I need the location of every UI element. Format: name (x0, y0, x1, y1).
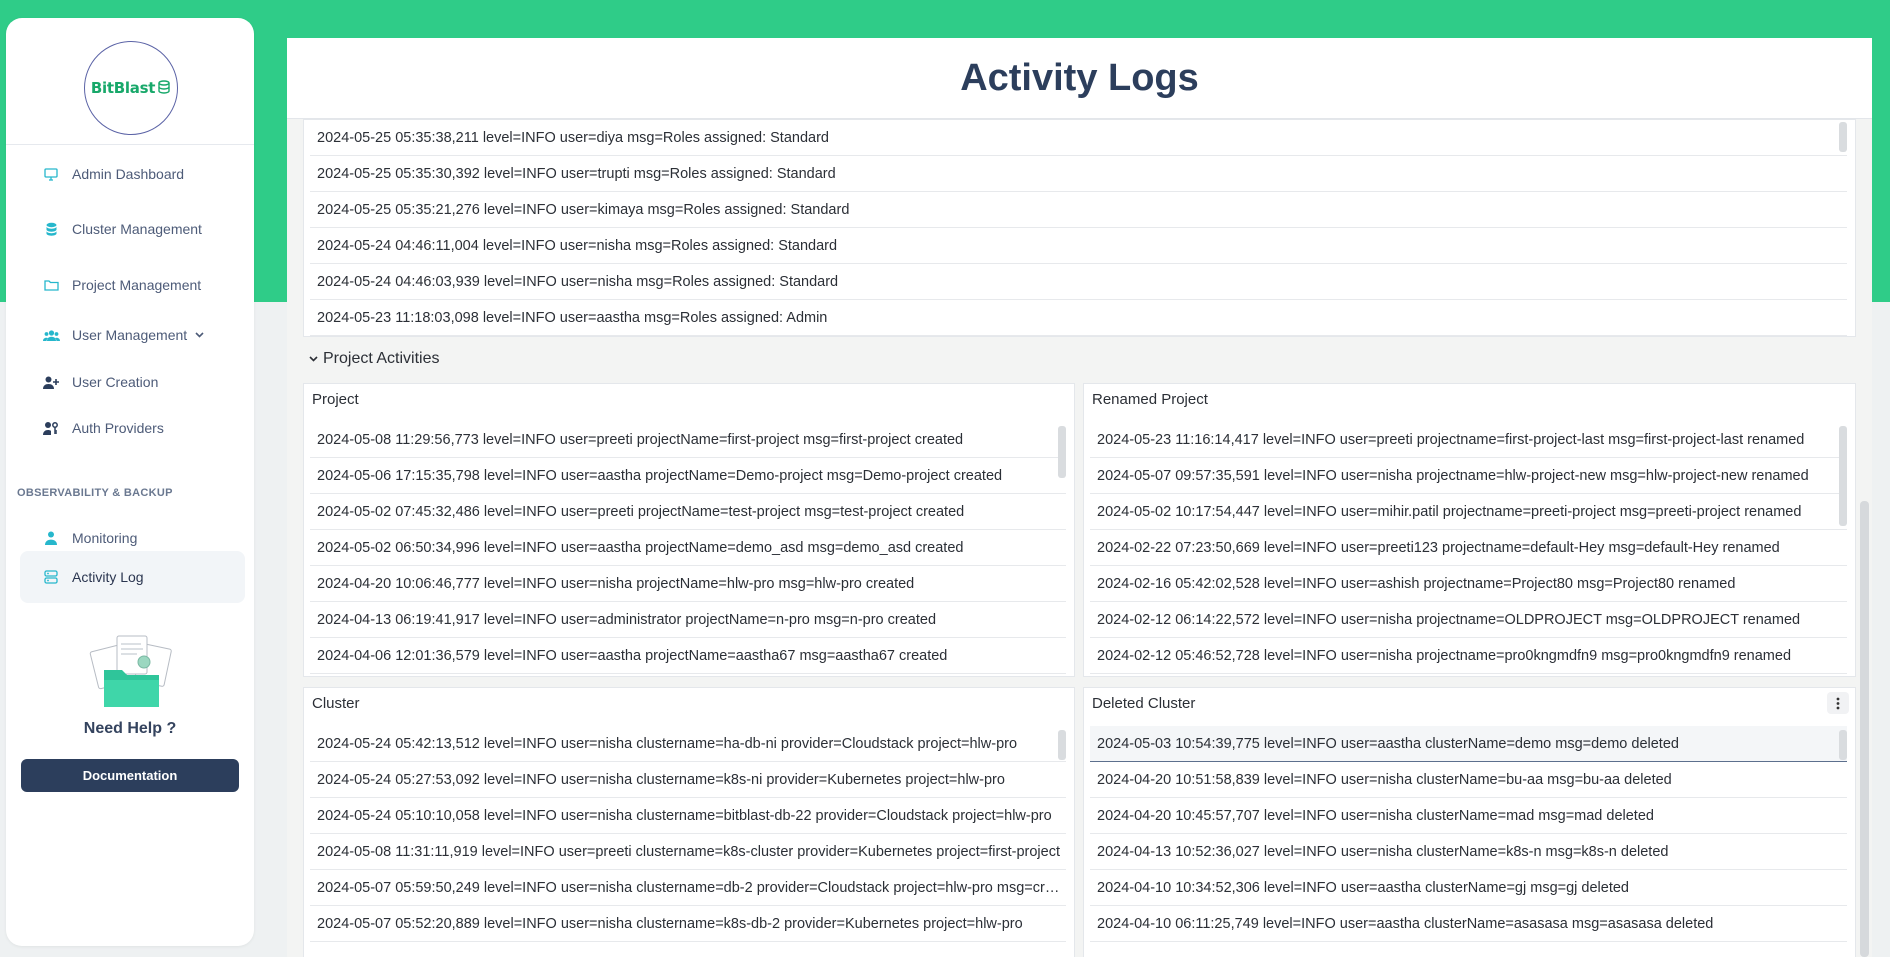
panel-title: Deleted Cluster (1092, 695, 1196, 712)
database-icon (42, 222, 60, 236)
scrollbar[interactable] (1839, 122, 1847, 152)
log-row: 2024-04-20 10:06:46,777 level=INFO user=… (310, 566, 1066, 602)
panel-title: Project (312, 391, 359, 408)
brand-logo[interactable]: BitBlast (84, 41, 178, 135)
cluster-logs-list[interactable]: 2024-05-24 05:42:13,512 level=INFO user=… (310, 726, 1066, 942)
log-row: 2024-05-25 05:35:21,276 level=INFO user=… (310, 192, 1847, 228)
sidebar-item-label: User Creation (72, 374, 159, 390)
page-title: Activity Logs (960, 56, 1199, 99)
sidebar-item-admin-dashboard[interactable]: Admin Dashboard (20, 154, 245, 194)
help-illustration (86, 632, 178, 716)
log-row: 2024-05-07 05:52:20,889 level=INFO user=… (310, 906, 1066, 942)
help-title: Need Help ? (83, 720, 177, 737)
log-row: 2024-02-12 05:46:52,728 level=INFO user=… (1090, 638, 1847, 674)
log-row: 2024-05-23 11:16:14,417 level=INFO user=… (1090, 422, 1847, 458)
section-title: Project Activities (323, 350, 440, 367)
sidebar-item-label: Admin Dashboard (72, 166, 185, 182)
sidebar-item-label: Cluster Management (72, 221, 202, 237)
log-row: 2024-04-10 06:11:25,749 level=INFO user=… (1090, 906, 1847, 942)
sidebar-item-project-management[interactable]: Project Management (20, 265, 245, 305)
log-row: 2024-05-08 11:31:11,919 level=INFO user=… (310, 834, 1066, 870)
chevron-down-icon[interactable] (195, 329, 204, 341)
section-label-observability: OBSERVABILITY & BACKUP (17, 487, 173, 499)
sidebar-item-activity-log[interactable]: Activity Log (20, 551, 245, 603)
log-row: 2024-02-22 07:23:50,669 level=INFO user=… (1090, 530, 1847, 566)
log-row: 2024-05-23 11:18:03,098 level=INFO user=… (310, 300, 1847, 336)
sidebar-item-user-creation[interactable]: User Creation (20, 362, 245, 402)
log-row: 2024-05-07 05:59:50,249 level=INFO user=… (310, 870, 1066, 906)
log-row: 2024-05-02 06:50:34,996 level=INFO user=… (310, 530, 1066, 566)
main-panel: Activity Logs 2024-05-25 05:35:38,211 le… (287, 38, 1872, 957)
deleted-logs-list[interactable]: 2024-05-03 10:54:39,775 level=INFO user=… (1090, 726, 1847, 942)
project-panel: Project 2024-05-08 11:29:56,773 level=IN… (303, 383, 1075, 677)
role-logs-panel: 2024-05-25 05:35:38,211 level=INFO user=… (303, 119, 1856, 337)
sidebar-item-label: Auth Providers (72, 420, 164, 436)
log-row: 2024-02-16 05:42:02,528 level=INFO user=… (1090, 566, 1847, 602)
log-row: 2024-05-24 05:27:53,092 level=INFO user=… (310, 762, 1066, 798)
project-activities-toggle[interactable]: Project Activities (309, 350, 439, 368)
log-row: 2024-05-02 10:17:54,447 level=INFO user=… (1090, 494, 1847, 530)
database-icon (157, 79, 171, 97)
log-row: 2024-05-08 11:29:56,773 level=INFO user=… (310, 422, 1066, 458)
log-row: 2024-05-06 17:15:35,798 level=INFO user=… (310, 458, 1066, 494)
sidebar-item-label: Project Management (72, 277, 202, 293)
user-plus-icon (42, 376, 60, 389)
log-row: 2024-04-13 10:52:36,027 level=INFO user=… (1090, 834, 1847, 870)
renamed-project-panel: Renamed Project 2024-05-23 11:16:14,417 … (1083, 383, 1856, 677)
sidebar: BitBlast Admin Dashboard Cluster Managem… (6, 18, 254, 946)
user-icon (42, 531, 60, 545)
page-scrollbar[interactable] (1860, 501, 1869, 957)
deleted-cluster-panel: Deleted Cluster 2024-05-03 10:54:39,775 … (1083, 687, 1856, 957)
brand-name: BitBlast (90, 79, 156, 97)
role-logs-list[interactable]: 2024-05-25 05:35:38,211 level=INFO user=… (310, 120, 1847, 336)
log-row: 2024-04-10 10:34:52,306 level=INFO user=… (1090, 870, 1847, 906)
log-row: 2024-05-25 05:35:38,211 level=INFO user=… (310, 120, 1847, 156)
panel-title: Cluster (312, 695, 360, 712)
sidebar-item-label: Activity Log (72, 569, 144, 585)
log-row: 2024-05-24 04:46:11,004 level=INFO user=… (310, 228, 1847, 264)
scrollbar[interactable] (1839, 730, 1847, 760)
log-row: 2024-05-24 05:10:10,058 level=INFO user=… (310, 798, 1066, 834)
log-row: 2024-05-02 07:45:32,486 level=INFO user=… (310, 494, 1066, 530)
log-row: 2024-02-12 06:14:22,572 level=INFO user=… (1090, 602, 1847, 638)
cluster-panel: Cluster 2024-05-24 05:42:13,512 level=IN… (303, 687, 1075, 957)
project-logs-list[interactable]: 2024-05-08 11:29:56,773 level=INFO user=… (310, 422, 1066, 674)
sidebar-item-label: Monitoring (72, 530, 138, 546)
renamed-logs-list[interactable]: 2024-05-23 11:16:14,417 level=INFO user=… (1090, 422, 1847, 674)
scrollbar[interactable] (1058, 426, 1066, 478)
sidebar-item-user-management[interactable]: User Management (20, 315, 245, 355)
folder-icon (42, 279, 60, 291)
log-row: 2024-05-24 04:46:03,939 level=INFO user=… (310, 264, 1847, 300)
user-key-icon (42, 421, 60, 435)
users-icon (42, 329, 60, 342)
sidebar-divider (6, 144, 254, 145)
log-row: 2024-05-03 10:54:39,775 level=INFO user=… (1090, 726, 1847, 762)
page-header: Activity Logs (287, 38, 1872, 119)
log-row: 2024-05-07 09:57:35,591 level=INFO user=… (1090, 458, 1847, 494)
scrollbar[interactable] (1058, 730, 1066, 760)
log-row: 2024-05-25 05:35:30,392 level=INFO user=… (310, 156, 1847, 192)
documentation-button[interactable]: Documentation (21, 759, 239, 792)
log-row: 2024-04-20 10:51:58,839 level=INFO user=… (1090, 762, 1847, 798)
scrollbar[interactable] (1839, 426, 1847, 526)
sidebar-item-label: User Management (72, 327, 188, 343)
chevron-down-icon (309, 353, 318, 365)
panel-title: Renamed Project (1092, 391, 1208, 408)
monitor-icon (42, 167, 60, 181)
sidebar-item-cluster-management[interactable]: Cluster Management (20, 209, 245, 249)
log-row: 2024-04-20 10:45:57,707 level=INFO user=… (1090, 798, 1847, 834)
more-options-icon[interactable] (1827, 692, 1849, 714)
log-row: 2024-05-24 05:42:13,512 level=INFO user=… (310, 726, 1066, 762)
sidebar-item-auth-providers[interactable]: Auth Providers (20, 408, 245, 448)
server-icon (42, 569, 60, 585)
log-row: 2024-04-06 12:01:36,579 level=INFO user=… (310, 638, 1066, 674)
log-row: 2024-04-13 06:19:41,917 level=INFO user=… (310, 602, 1066, 638)
